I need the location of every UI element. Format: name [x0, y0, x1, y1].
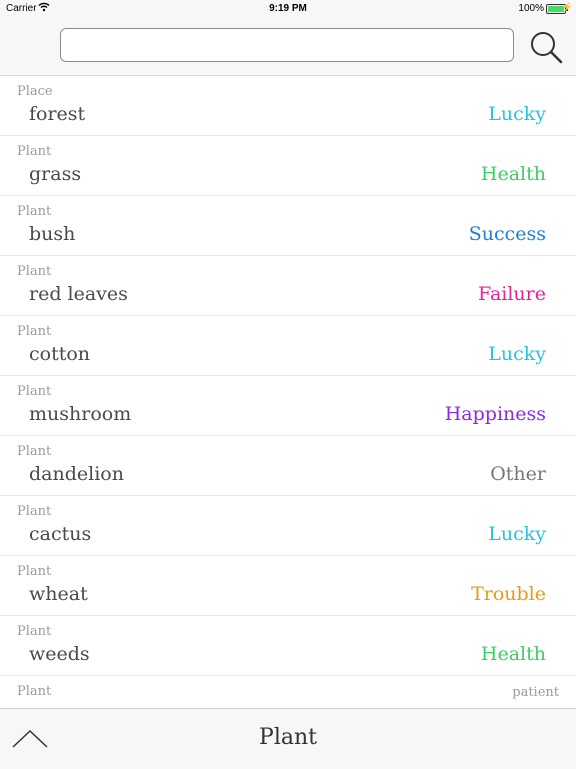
item-name: wheat	[29, 583, 88, 605]
item-tag: Lucky	[488, 523, 546, 545]
item-tag: Health	[480, 163, 546, 185]
list-item[interactable]: Plant weeds Health	[0, 616, 576, 676]
clock-time: 9:19 PM	[269, 3, 307, 14]
list-item[interactable]: Place forest Lucky	[0, 76, 576, 136]
category-title: Plant	[259, 725, 317, 750]
item-category: Plant	[17, 684, 52, 699]
list-item[interactable]: Plant cactus Lucky	[0, 496, 576, 556]
list-item[interactable]: Plant cotton Lucky	[0, 316, 576, 376]
search-button[interactable]	[526, 27, 566, 67]
item-name: grass	[29, 163, 82, 185]
item-category: Plant	[17, 204, 52, 219]
list-item[interactable]: Plant dandelion Other	[0, 436, 576, 496]
search-icon	[531, 32, 563, 64]
search-header	[0, 18, 576, 76]
item-category: Plant	[17, 504, 52, 519]
item-category: Plant	[17, 564, 52, 579]
item-name: dandelion	[29, 463, 124, 485]
item-name: cotton	[29, 343, 91, 365]
item-name: mushroom	[29, 403, 132, 425]
item-category: Plant	[17, 384, 52, 399]
bottom-bar: Plant	[0, 708, 576, 769]
list-item[interactable]: Plant red leaves Failure	[0, 256, 576, 316]
item-tag: Health	[480, 643, 546, 665]
item-category: Plant	[17, 264, 52, 279]
item-name: cactus	[29, 523, 92, 545]
item-tag: Other	[490, 463, 546, 485]
item-note: patient	[512, 685, 559, 700]
item-name: forest	[29, 103, 86, 125]
list-item[interactable]: Plant mushroom Happiness	[0, 376, 576, 436]
list-item[interactable]: Plant patient	[0, 676, 576, 708]
item-category: Plant	[17, 624, 52, 639]
item-tag: Lucky	[488, 103, 546, 125]
battery-percentage: 100%	[518, 3, 544, 14]
search-input[interactable]	[60, 28, 514, 62]
status-bar: Carrier 9:19 PM 100% ⚡	[0, 0, 576, 18]
item-tag: Failure	[478, 283, 546, 305]
item-tag: Success	[468, 223, 546, 245]
item-name: bush	[29, 223, 76, 245]
item-category: Plant	[17, 324, 52, 339]
results-list[interactable]: Place forest Lucky Plant grass Health Pl…	[0, 76, 576, 708]
item-name: red leaves	[29, 283, 128, 305]
list-item[interactable]: Plant grass Health	[0, 136, 576, 196]
charging-icon: ⚡	[561, 2, 573, 12]
list-item[interactable]: Plant wheat Trouble	[0, 556, 576, 616]
item-name: weeds	[29, 643, 90, 665]
item-category: Plant	[17, 444, 52, 459]
item-tag: Lucky	[488, 343, 546, 365]
item-category: Plant	[17, 144, 52, 159]
item-tag: Trouble	[471, 583, 546, 605]
list-item[interactable]: Plant bush Success	[0, 196, 576, 256]
item-category: Place	[17, 84, 53, 99]
item-tag: Happiness	[444, 403, 546, 425]
